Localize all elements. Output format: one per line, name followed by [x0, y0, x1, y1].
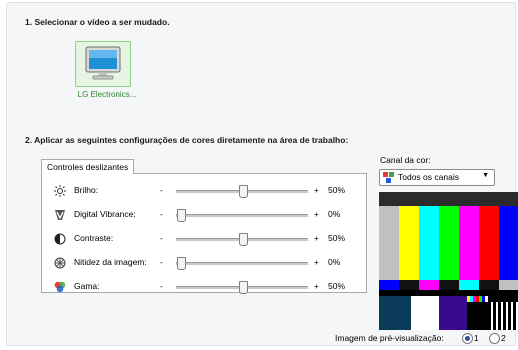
sliders-group: Brilho: - + 50% Digital Vibrance: - + 0% [41, 173, 367, 294]
vibrance-slider-thumb[interactable] [177, 209, 186, 222]
preview-label: Imagem de pré-visualização: [335, 333, 444, 343]
contrast-slider[interactable] [176, 233, 308, 246]
preview-top-strip [379, 192, 518, 206]
preview-image [379, 192, 518, 330]
slider-row-vibrance: Digital Vibrance: - + 0% [42, 208, 366, 222]
contrast-label: Contraste: [74, 233, 114, 243]
slider-row-gamma: Gama: - + 50% [42, 280, 366, 294]
preview-small-bar [482, 296, 485, 302]
brightness-slider-thumb[interactable] [239, 185, 248, 198]
preview-color-bar [399, 206, 420, 280]
vibrance-value: 0% [328, 209, 341, 219]
preview-color-bar [379, 206, 400, 280]
channel-dropdown[interactable]: Todos os canais ▼ [379, 169, 495, 186]
gamma-label: Gama: [74, 281, 100, 291]
sharpness-icon [54, 257, 66, 269]
preview-pluge-block [411, 296, 439, 330]
brightness-slider[interactable] [176, 185, 308, 198]
preview-reverse-bar [479, 280, 500, 290]
gamma-decrease[interactable]: - [160, 281, 163, 291]
radio-selected-dot [465, 336, 470, 341]
gamma-value: 50% [328, 281, 346, 291]
sharpness-label: Nitidez da imagem: [74, 257, 147, 267]
preview-resolution-line [501, 302, 503, 330]
preview-reverse-bar [459, 280, 480, 290]
preview-color-bar [499, 206, 518, 280]
color-bars-pattern [379, 192, 518, 330]
sharpness-slider[interactable] [176, 257, 308, 270]
gamma-slider[interactable] [176, 281, 308, 294]
preview-small-bar [476, 296, 479, 302]
section-2-heading: 2. Aplicar as seguintes configurações de… [25, 135, 349, 145]
slider-row-sharpness: Nitidez da imagem: - + 0% [42, 256, 366, 270]
contrast-decrease[interactable]: - [160, 233, 163, 243]
tab-sliders[interactable]: Controles deslizantes [41, 159, 135, 174]
sharpness-slider-thumb[interactable] [177, 257, 186, 270]
preview-resolution-line [506, 302, 508, 330]
vibrance-decrease[interactable]: - [160, 209, 163, 219]
gamma-increase[interactable]: + [314, 281, 319, 291]
contrast-increase[interactable]: + [314, 233, 319, 243]
vibrance-label: Digital Vibrance: [74, 209, 136, 219]
contrast-slider-thumb[interactable] [239, 233, 248, 246]
brightness-decrease[interactable]: - [160, 185, 163, 195]
vibrance-increase[interactable]: + [314, 209, 319, 219]
preview-color-bar [479, 206, 500, 280]
preview-pluge-block [439, 296, 467, 330]
contrast-icon [54, 233, 66, 245]
preview-resolution-line [496, 302, 498, 330]
preview-resolution-line [511, 302, 513, 330]
preview-option-2-radio[interactable] [489, 333, 500, 344]
preview-resolution-line [491, 302, 493, 330]
channel-label: Canal da cor: [380, 155, 431, 165]
settings-panel: 1. Selecionar o vídeo a ser mudado. LG E… [6, 2, 518, 346]
channel-selected-value: Todos os canais [398, 172, 459, 182]
brightness-icon [54, 185, 66, 197]
preview-option-1-radio[interactable] [462, 333, 473, 344]
display-name[interactable]: LG Electronics... [67, 90, 147, 99]
sharpness-increase[interactable]: + [314, 257, 319, 267]
vibrance-slider[interactable] [176, 209, 308, 222]
preview-small-bar [479, 296, 482, 302]
brightness-label: Brilho: [74, 185, 99, 195]
vibrance-icon [55, 210, 65, 220]
preview-color-bar [439, 206, 460, 280]
slider-row-contrast: Contraste: - + 50% [42, 232, 366, 246]
monitor-icon [85, 46, 121, 80]
sharpness-decrease[interactable]: - [160, 257, 163, 267]
preview-small-bar [470, 296, 473, 302]
gamma-icon [54, 281, 66, 293]
sharpness-value: 0% [328, 257, 341, 267]
dropdown-arrow-icon[interactable]: ▼ [482, 172, 489, 179]
brightness-increase[interactable]: + [314, 185, 319, 195]
preview-pluge-block [379, 296, 411, 330]
preview-small-bar [485, 296, 488, 302]
preview-option-2-label[interactable]: 2 [501, 333, 506, 343]
gamma-slider-thumb[interactable] [239, 281, 248, 294]
preview-small-bar [473, 296, 476, 302]
section-1-heading: 1. Selecionar o vídeo a ser mudado. [25, 17, 170, 27]
preview-reverse-bar [439, 280, 460, 290]
preview-color-bar [419, 206, 440, 280]
slider-row-brightness: Brilho: - + 50% [42, 184, 366, 198]
display-selector[interactable] [75, 41, 131, 87]
preview-reverse-bar [379, 280, 400, 290]
preview-reverse-bar [399, 280, 420, 290]
preview-small-bar [467, 296, 470, 302]
preview-option-1-label[interactable]: 1 [474, 333, 479, 343]
preview-reverse-bar [499, 280, 518, 290]
brightness-value: 50% [328, 185, 346, 195]
preview-reverse-bar [419, 280, 440, 290]
color-channels-icon [383, 172, 394, 183]
contrast-value: 50% [328, 233, 346, 243]
preview-color-bar [459, 206, 480, 280]
